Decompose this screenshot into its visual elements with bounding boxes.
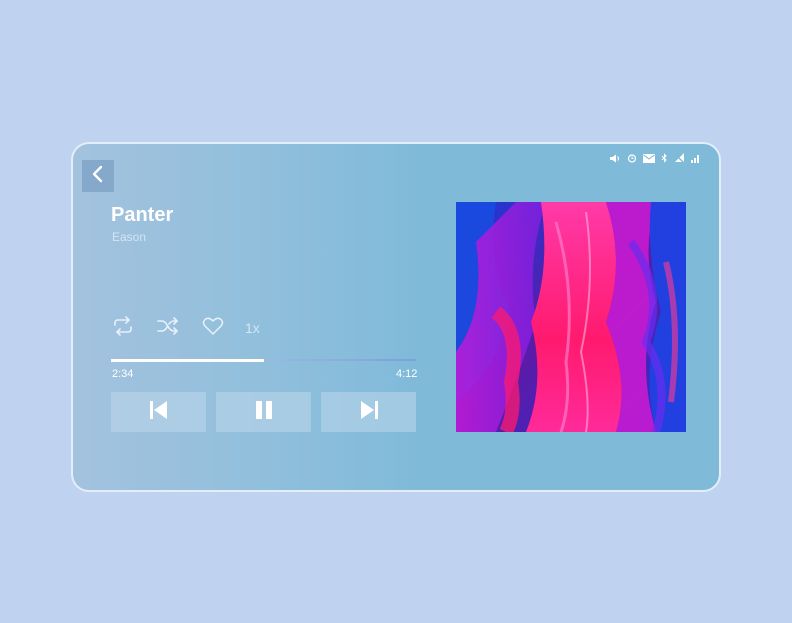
repeat-button[interactable]: [111, 315, 135, 341]
pause-button[interactable]: [216, 392, 311, 432]
album-artwork: [456, 202, 686, 432]
back-button[interactable]: [82, 160, 114, 192]
progress-fill: [111, 358, 264, 362]
playback-options: 1x: [111, 315, 260, 341]
progress-bar[interactable]: [111, 358, 416, 362]
mail-icon: [643, 153, 655, 163]
track-artist: Eason: [112, 230, 147, 244]
status-bar: [610, 153, 701, 163]
playback-speed-button[interactable]: 1x: [245, 320, 260, 336]
no-signal-icon: [674, 153, 685, 163]
skip-previous-icon: [149, 400, 169, 425]
alarm-icon: [627, 153, 637, 163]
track-title: Panter: [111, 204, 174, 226]
next-button[interactable]: [321, 392, 416, 432]
heart-icon: [202, 316, 224, 341]
bluetooth-icon: [661, 153, 668, 163]
pause-icon: [254, 400, 274, 425]
previous-button[interactable]: [111, 392, 206, 432]
favorite-button[interactable]: [201, 316, 225, 340]
elapsed-time: 2:34: [112, 368, 134, 380]
signal-bars-icon: [691, 154, 701, 163]
skip-next-icon: [359, 400, 379, 425]
repeat-icon: [112, 315, 134, 341]
shuffle-button[interactable]: [156, 316, 180, 340]
shuffle-icon: [157, 316, 179, 340]
chevron-left-icon: [91, 165, 105, 188]
player-card: Panter Eason 1x 2:34 4:12: [71, 142, 721, 492]
volume-icon: [610, 154, 621, 163]
transport-controls: [111, 392, 416, 432]
total-duration: 4:12: [396, 368, 418, 380]
